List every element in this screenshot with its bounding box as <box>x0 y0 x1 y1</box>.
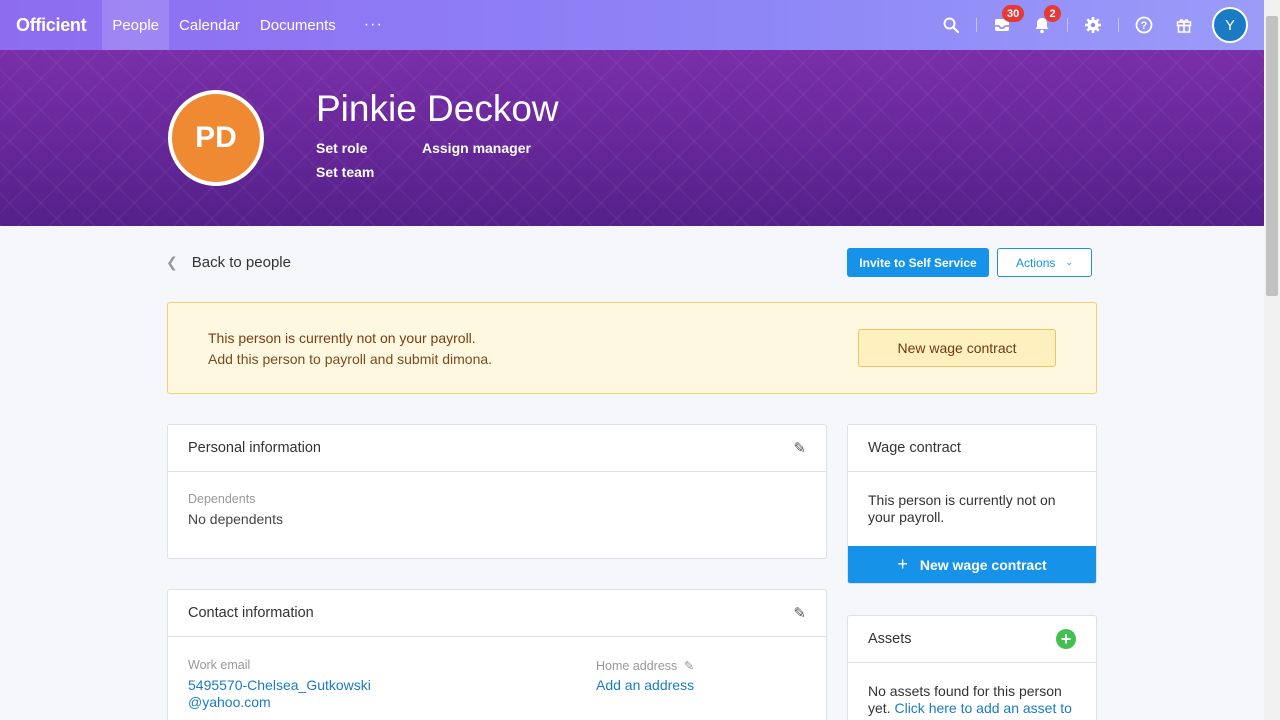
app-logo[interactable]: Officient <box>0 15 102 36</box>
dependents-label: Dependents <box>188 492 256 506</box>
work-email-label: Work email <box>188 658 251 672</box>
assets-card: Assets + No assets found for this person… <box>847 615 1097 720</box>
top-navigation: Officient People Calendar Documents ··· … <box>0 0 1264 50</box>
more-menu-icon[interactable]: ··· <box>346 16 401 34</box>
gift-icon[interactable] <box>1164 0 1204 50</box>
user-avatar[interactable]: Y <box>1212 7 1248 43</box>
card-header: Assets + <box>848 616 1096 663</box>
scrollbar-thumb[interactable] <box>1266 16 1278 296</box>
assets-empty-message: No assets found for this person yet. Cli… <box>868 683 1083 717</box>
contact-information-card: Contact information ✎ Work email 5495570… <box>167 589 827 720</box>
assign-manager-link[interactable]: Assign manager <box>422 140 531 156</box>
card-title: Contact information <box>188 605 314 621</box>
help-icon[interactable]: ? <box>1124 0 1164 50</box>
actions-label: Actions <box>1016 255 1056 270</box>
plus-icon: + <box>897 554 908 574</box>
profile-banner: PD Pinkie Deckow Set role Assign manager… <box>0 50 1264 226</box>
add-asset-icon[interactable]: + <box>1056 629 1076 649</box>
pencil-icon[interactable]: ✎ <box>684 659 694 673</box>
home-address-label: Home address ✎ <box>596 658 694 673</box>
card-header: Contact information ✎ <box>168 590 826 637</box>
actions-dropdown-button[interactable]: Actions ⌄ <box>997 248 1092 277</box>
inbox-icon[interactable]: 30 <box>982 0 1025 50</box>
payroll-alert: This person is currently not on your pay… <box>167 302 1097 394</box>
chevron-down-icon: ⌄ <box>1065 257 1073 267</box>
back-to-people-link[interactable]: ❮ Back to people <box>166 254 291 271</box>
set-role-link[interactable]: Set role <box>316 140 367 156</box>
chevron-left-icon: ❮ <box>166 254 178 270</box>
card-title: Personal information <box>188 440 321 456</box>
add-asset-link[interactable]: Click here to add an asset to <box>894 700 1071 716</box>
work-email-link-line1[interactable]: 5495570-Chelsea_Gutkowski <box>188 677 371 693</box>
personal-information-card: Personal information ✎ Dependents No dep… <box>167 424 827 559</box>
bell-icon[interactable]: 2 <box>1022 0 1062 50</box>
notification-badge: 2 <box>1044 5 1061 22</box>
alert-subtitle: Add this person to payroll and submit di… <box>208 351 493 367</box>
nav-separator <box>1067 18 1068 32</box>
nav-people[interactable]: People <box>102 0 170 50</box>
pencil-icon[interactable]: ✎ <box>793 439 806 457</box>
profile-avatar[interactable]: PD <box>168 90 264 186</box>
add-address-link[interactable]: Add an address <box>596 677 694 693</box>
work-email-link-line2[interactable]: @yahoo.com <box>188 694 271 710</box>
home-address-label-text: Home address <box>596 659 678 673</box>
nav-calendar[interactable]: Calendar <box>169 0 250 50</box>
alert-title: This person is currently not on your pay… <box>208 330 476 346</box>
card-title: Assets <box>868 631 912 647</box>
new-wage-contract-button[interactable]: + New wage contract <box>848 546 1096 583</box>
gear-icon[interactable] <box>1073 0 1113 50</box>
card-title: Wage contract <box>868 440 961 456</box>
profile-name: Pinkie Deckow <box>316 88 559 129</box>
new-wage-contract-label: New wage contract <box>919 556 1047 573</box>
card-header: Wage contract <box>848 425 1096 472</box>
set-team-link[interactable]: Set team <box>316 164 374 180</box>
svg-text:?: ? <box>1141 20 1148 32</box>
card-header: Personal information ✎ <box>168 425 826 472</box>
wage-contract-card: Wage contract This person is currently n… <box>847 424 1097 584</box>
alert-new-wage-contract-button[interactable]: New wage contract <box>858 329 1056 367</box>
nav-separator <box>976 18 977 32</box>
search-icon[interactable] <box>931 0 971 50</box>
inbox-badge: 30 <box>1002 5 1025 22</box>
wage-contract-text: This person is currently not on your pay… <box>868 492 1056 525</box>
dependents-value: No dependents <box>188 511 283 527</box>
invite-self-service-button[interactable]: Invite to Self Service <box>847 248 989 277</box>
nav-documents[interactable]: Documents <box>250 0 346 50</box>
pencil-icon[interactable]: ✎ <box>793 604 806 622</box>
back-label: Back to people <box>191 254 291 271</box>
nav-separator <box>1118 18 1119 32</box>
